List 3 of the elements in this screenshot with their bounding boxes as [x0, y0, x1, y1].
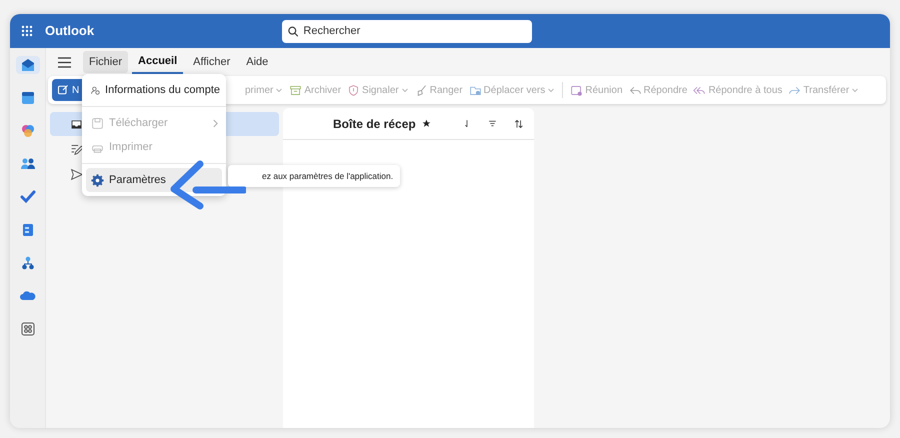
app-title: Outlook	[45, 22, 94, 40]
tooltip-text: ez aux paramètres de l'application.	[262, 170, 394, 182]
folder-title: Boîte de récep	[333, 116, 416, 132]
